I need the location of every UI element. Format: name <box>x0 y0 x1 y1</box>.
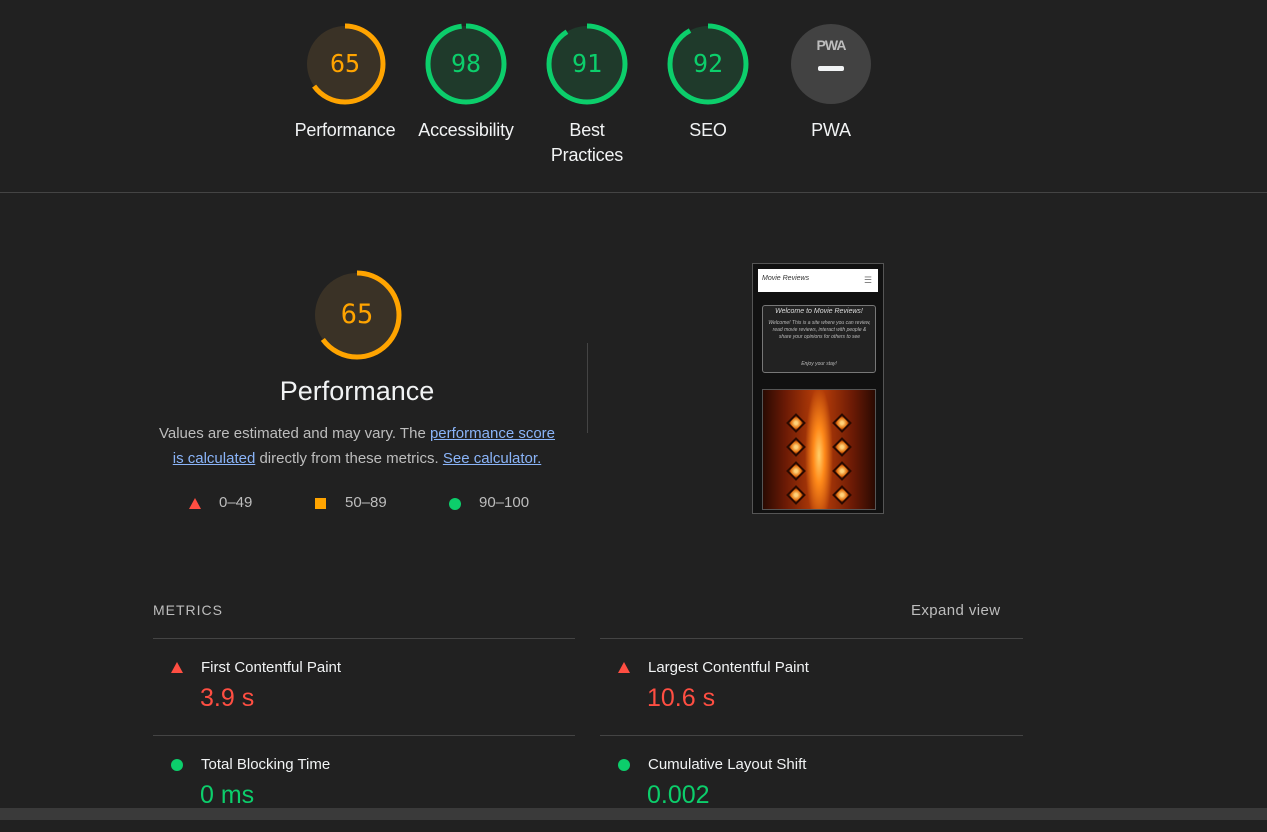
gauge-pwa[interactable]: PWA PWA <box>771 22 891 143</box>
pwa-badge-text: PWA <box>816 37 847 53</box>
screenshot-brand: Movie Reviews <box>762 275 810 282</box>
gauge-label: PWA <box>811 120 851 140</box>
final-screenshot[interactable]: Movie Reviews ☰ Welcome to Movie Reviews… <box>752 263 884 514</box>
screenshot-card-end: Enjoy your stay! <box>801 361 837 367</box>
gauge-score: 92 <box>692 49 724 78</box>
circle-icon <box>618 759 630 771</box>
horizontal-scrollbar[interactable] <box>0 808 1267 820</box>
triangle-icon <box>618 662 630 673</box>
metric-value: 10.6 s <box>647 684 716 712</box>
gauge-label: SEO <box>689 120 727 140</box>
triangle-icon <box>189 498 201 509</box>
poster-lattice <box>832 413 852 433</box>
gauge-seo[interactable]: 92 SEO <box>648 22 768 143</box>
metric-value: 0.002 <box>647 781 710 809</box>
hamburger-icon: ☰ <box>863 275 872 285</box>
gauge-label: Accessibility <box>418 120 514 140</box>
poster-lattice <box>832 461 852 481</box>
screenshot-welcome-card: Welcome to Movie Reviews! Welcome! This … <box>762 305 876 373</box>
desc-prefix: Values are estimated and may vary. The <box>158 425 430 442</box>
poster-lattice <box>786 437 806 457</box>
metric-largest-contentful-paint: Largest Contentful Paint 10.6 s <box>600 639 1022 735</box>
metric-label: Total Blocking Time <box>201 756 331 773</box>
poster-lattice <box>786 413 806 433</box>
legend-range: 90–100 <box>479 494 530 511</box>
triangle-icon <box>171 662 183 673</box>
performance-title: Performance <box>279 376 435 406</box>
gauge-score: 98 <box>450 49 482 78</box>
gauge-score: 65 <box>329 49 361 78</box>
circle-icon <box>449 498 461 510</box>
metric-value: 3.9 s <box>200 684 255 712</box>
circle-icon <box>171 759 183 771</box>
screenshot-navbar: Movie Reviews ☰ <box>758 269 878 292</box>
gauge-ring: 65 <box>303 22 387 106</box>
metric-label: Largest Contentful Paint <box>648 659 809 676</box>
category-summary: 65 Performance 98 Accessibility 91 Best … <box>0 0 1267 193</box>
metric-label: First Contentful Paint <box>201 659 342 676</box>
poster-lattice <box>786 485 806 505</box>
metrics-heading: METRICS <box>153 602 223 618</box>
gauge-ring: 92 <box>666 22 750 106</box>
expand-view-toggle[interactable]: Expand view <box>911 602 1000 619</box>
gauge-label: Performance <box>294 120 396 140</box>
gauge-ring: 98 <box>424 22 508 106</box>
metric-value: 0 ms <box>200 781 255 809</box>
gauge-best-practices[interactable]: 91 Best Practices <box>527 22 647 168</box>
screenshot-poster-image <box>762 389 876 510</box>
legend-range: 50–89 <box>345 494 387 511</box>
vertical-divider <box>587 343 588 433</box>
performance-description: Values are estimated and may vary. The p… <box>153 421 561 471</box>
poster-lattice <box>832 485 852 505</box>
gauge-label: Best Practices <box>550 120 624 165</box>
square-icon <box>315 498 326 509</box>
poster-lattice <box>786 461 806 481</box>
gauge-score: 91 <box>571 49 603 78</box>
performance-gauge-large: 65 <box>311 269 403 361</box>
gauge-accessibility[interactable]: 98 Accessibility <box>406 22 526 143</box>
pwa-dash-icon <box>818 66 844 71</box>
legend-range: 0–49 <box>219 494 253 511</box>
screenshot-card-title: Welcome to Movie Reviews! <box>775 308 863 315</box>
metric-label: Cumulative Layout Shift <box>648 756 807 773</box>
gauge-ring: 91 <box>545 22 629 106</box>
see-calculator-link[interactable]: See calculator. <box>443 450 541 467</box>
screenshot-card-body: Welcome! This is a site where you can re… <box>768 320 871 340</box>
performance-score: 65 <box>340 299 374 330</box>
pwa-badge-icon: PWA <box>791 24 871 104</box>
desc-middle: directly from these metrics. <box>255 450 443 467</box>
poster-lattice <box>832 437 852 457</box>
metric-first-contentful-paint: First Contentful Paint 3.9 s <box>153 639 575 735</box>
gauge-performance[interactable]: 65 Performance <box>285 22 405 143</box>
